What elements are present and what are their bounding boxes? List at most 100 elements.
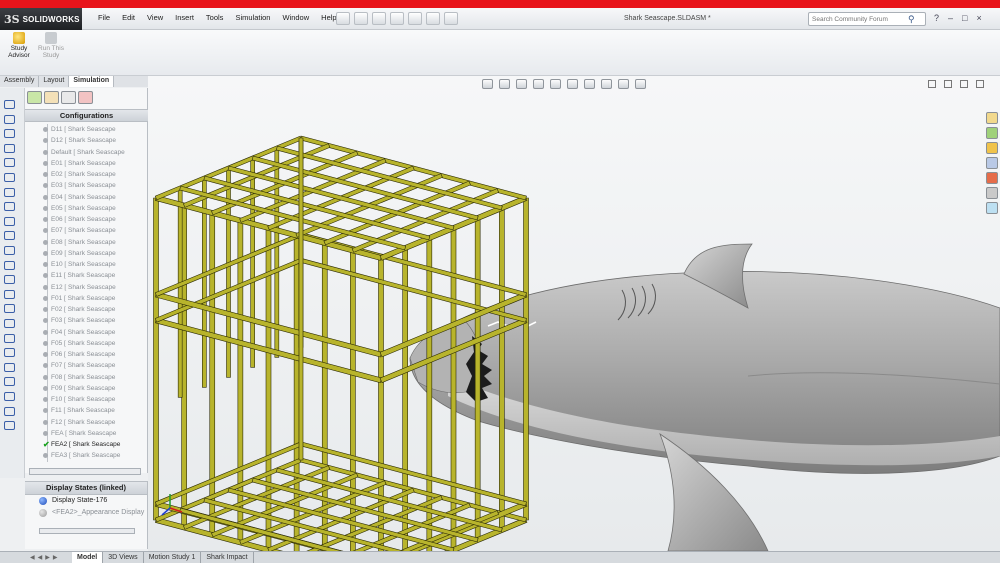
configuration-item[interactable]: E02 [ Shark Seascape [25,169,148,181]
menu-edit[interactable]: Edit [116,13,141,22]
tab-layout[interactable]: Layout [39,76,70,87]
configuration-item[interactable]: E12 [ Shark Seascape [25,281,148,293]
centerline-icon[interactable] [4,231,15,241]
view-orientation-icon[interactable] [550,79,561,89]
help-icon[interactable]: ? [934,13,939,23]
configuration-item[interactable]: F03 [ Shark Seascape [25,315,148,327]
hide-show-items-icon[interactable] [584,79,595,89]
view-palette-icon[interactable] [986,157,998,169]
menu-file[interactable]: File [92,13,116,22]
configuration-item[interactable]: D12 [ Shark Seascape [25,135,148,147]
minimize-icon[interactable]: – [948,13,953,23]
viewport-minimize-icon[interactable] [944,80,952,88]
point-icon[interactable] [4,216,15,226]
close-icon[interactable]: × [976,13,981,23]
configuration-item[interactable]: ✔ FEA2 [ Shark Seascape [25,439,148,451]
configuration-item[interactable]: F02 [ Shark Seascape [25,304,148,316]
configuration-item[interactable]: E10 [ Shark Seascape [25,259,148,271]
search-input[interactable] [812,15,908,23]
smart-dimension-icon[interactable] [4,100,15,109]
pattern-icon[interactable] [4,333,15,343]
solidworks-forum-icon[interactable] [986,202,998,214]
convert-icon[interactable] [4,304,15,314]
menu-view[interactable]: View [141,13,169,22]
tab-shark-impact[interactable]: Shark Impact [201,552,254,563]
tab-3d-views[interactable]: 3D Views [103,552,144,563]
shark-cage-model[interactable] [153,135,529,551]
tab-motion-study-1[interactable]: Motion Study 1 [144,552,202,563]
tab-simulation[interactable]: Simulation [69,76,115,87]
configuration-item[interactable]: D11 [ Shark Seascape [25,124,148,136]
spline-icon[interactable] [4,173,15,182]
options-icon[interactable] [444,12,458,25]
zoom-to-fit-icon[interactable] [482,79,493,89]
select-icon[interactable] [408,12,422,25]
configuration-item[interactable]: F10 [ Shark Seascape [25,394,148,406]
resources-icon[interactable] [986,112,998,124]
open-file-icon[interactable] [354,12,368,25]
configuration-item[interactable]: E04 [ Shark Seascape [25,191,148,203]
move-icon[interactable] [4,319,15,328]
menu-window[interactable]: Window [276,13,315,22]
property-manager-icon[interactable] [44,91,59,104]
relations-icon[interactable] [4,348,15,358]
configuration-item[interactable]: E06 [ Shark Seascape [25,214,148,226]
apply-scene-icon[interactable] [618,79,629,89]
viewport-close-icon[interactable] [976,80,984,88]
configuration-item[interactable]: FEA [ Shark Seascape [25,427,148,439]
text-icon[interactable] [4,246,15,255]
file-explorer-icon[interactable] [986,142,998,154]
configuration-item[interactable]: Default [ Shark Seascape [25,146,148,158]
tab-assembly[interactable]: Assembly [0,76,40,87]
display-states-scrollbar[interactable] [39,528,135,534]
arc-icon[interactable] [4,158,15,168]
sketch-picture-icon[interactable] [4,406,15,416]
new-file-icon[interactable] [336,12,350,25]
search-field[interactable]: ⚲ [808,12,926,26]
configuration-item[interactable]: F11 [ Shark Seascape [25,405,148,417]
mirror-icon[interactable] [4,260,15,270]
repair-icon[interactable] [4,362,15,372]
configuration-item[interactable]: F04 [ Shark Seascape [25,326,148,338]
configuration-item[interactable]: F01 [ Shark Seascape [25,292,148,304]
configuration-item[interactable]: FEA3 [ Shark Seascape [25,450,148,462]
circle-icon[interactable] [4,143,15,153]
rapid-sketch-icon[interactable] [4,392,15,401]
configuration-item[interactable]: E01 [ Shark Seascape [25,157,148,169]
study-advisor-button[interactable]: Study Advisor [2,32,36,59]
fillet-icon[interactable] [4,202,15,212]
display-state-item[interactable]: Display State-176 [25,495,147,507]
rectangle-icon[interactable] [4,129,15,139]
configuration-item[interactable]: E07 [ Shark Seascape [25,225,148,237]
menu-insert[interactable]: Insert [169,13,200,22]
configuration-item[interactable]: E03 [ Shark Seascape [25,180,148,192]
configuration-item[interactable]: F06 [ Shark Seascape [25,349,148,361]
display-manager-icon[interactable] [78,91,93,104]
configuration-item[interactable]: F05 [ Shark Seascape [25,337,148,349]
feature-manager-icon[interactable] [27,91,42,104]
view-settings-icon[interactable] [635,79,646,89]
configuration-item[interactable]: E09 [ Shark Seascape [25,247,148,259]
configuration-item[interactable]: E05 [ Shark Seascape [25,202,148,214]
trim-icon[interactable] [4,289,15,299]
configuration-item[interactable]: F07 [ Shark Seascape [25,360,148,372]
rebuild-icon[interactable] [426,12,440,25]
solidworks-logo[interactable]: 3S SOLIDWORKS [0,8,82,30]
line-icon[interactable] [4,114,15,124]
previous-view-icon[interactable] [516,79,527,89]
save-icon[interactable] [372,12,386,25]
offset-icon[interactable] [4,275,15,285]
menu-tools[interactable]: Tools [200,13,230,22]
configuration-item[interactable]: E08 [ Shark Seascape [25,236,148,248]
ellipse-icon[interactable] [4,187,15,197]
viewport-tile-icon[interactable] [928,80,936,88]
graphics-area[interactable] [148,76,1000,551]
configuration-item[interactable]: F09 [ Shark Seascape [25,382,148,394]
restore-icon[interactable]: □ [962,13,967,23]
custom-properties-icon[interactable] [986,187,998,199]
display-style-icon[interactable] [567,79,578,89]
quick-snap-icon[interactable] [4,377,15,387]
edit-appearance-icon[interactable] [601,79,612,89]
horizontal-scrollbar[interactable] [29,468,141,475]
zoom-to-area-icon[interactable] [499,79,510,89]
